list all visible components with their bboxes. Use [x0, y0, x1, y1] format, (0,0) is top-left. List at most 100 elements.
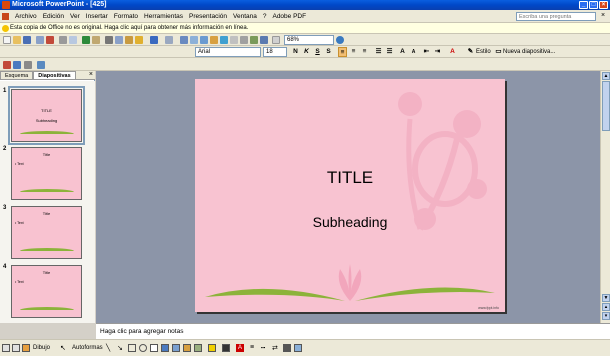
notes-pane[interactable]: Haga clic para agregar notas: [96, 323, 610, 339]
insert-chart-icon[interactable]: [180, 36, 188, 44]
line-style-icon[interactable]: ≡: [250, 344, 258, 352]
font-name-dropdown[interactable]: Arial: [195, 47, 261, 57]
tables-borders-icon[interactable]: [200, 36, 208, 44]
menu-ventana[interactable]: Ventana: [230, 10, 260, 23]
menu-adobe-pdf[interactable]: Adobe PDF: [269, 10, 309, 23]
new-file-icon[interactable]: [3, 36, 11, 44]
save-icon[interactable]: [23, 36, 31, 44]
slide-thumbnail-4[interactable]: Title • Text: [11, 265, 82, 318]
select-objects-icon[interactable]: ↖: [60, 344, 68, 352]
font-color-draw-icon[interactable]: A: [236, 344, 244, 352]
powerpoint-app-icon[interactable]: [2, 1, 10, 9]
align-center-icon[interactable]: ≡: [349, 47, 358, 57]
slide-thumbnail-1[interactable]: TITLE Subheading: [8, 86, 85, 145]
sorter-view-icon[interactable]: [12, 344, 20, 352]
line-color-icon[interactable]: [222, 344, 230, 352]
line-icon[interactable]: ╲: [106, 344, 114, 352]
next-slide-icon[interactable]: ▾: [602, 312, 610, 320]
new-slide-button[interactable]: Nueva diapositiva...: [503, 47, 555, 57]
close-document-icon[interactable]: ×: [599, 12, 607, 20]
permission-icon[interactable]: [36, 36, 44, 44]
show-formatting-icon[interactable]: [240, 36, 248, 44]
rectangle-icon[interactable]: [128, 344, 136, 352]
paste-icon[interactable]: [125, 36, 133, 44]
numbering-icon[interactable]: ☰: [374, 47, 383, 57]
bullets-icon[interactable]: ☰: [385, 47, 394, 57]
decrease-indent-icon[interactable]: ⇤: [422, 47, 431, 57]
slide-show-icon[interactable]: [37, 61, 45, 69]
picture-icon[interactable]: [194, 344, 202, 352]
close-pane-icon[interactable]: ×: [89, 71, 93, 79]
insert-table-icon[interactable]: [190, 36, 198, 44]
slide-editor[interactable]: TITLE Subheading www.fppt.info: [195, 79, 505, 312]
insert-picture-icon[interactable]: [210, 36, 218, 44]
vertical-scrollbar[interactable]: ▲ ▼ ▴ ▾: [600, 71, 610, 323]
print-icon[interactable]: [59, 36, 67, 44]
normal-view-icon[interactable]: [2, 344, 10, 352]
email-icon[interactable]: [46, 36, 54, 44]
close-icon[interactable]: ×: [599, 1, 608, 9]
arrow-style-icon[interactable]: ⇄: [272, 344, 280, 352]
menu-ver[interactable]: Ver: [67, 10, 83, 23]
shadow-style-icon[interactable]: [283, 344, 291, 352]
show-grid-icon[interactable]: [250, 36, 258, 44]
slide-layout-icon[interactable]: [13, 61, 21, 69]
oval-icon[interactable]: [139, 344, 147, 352]
tasks-icon[interactable]: [24, 61, 32, 69]
zoom-dropdown[interactable]: 68%: [284, 35, 334, 45]
align-right-icon[interactable]: ≡: [360, 47, 369, 57]
maximize-icon[interactable]: □: [589, 1, 598, 9]
design-icon[interactable]: ✎: [466, 47, 475, 57]
cut-icon[interactable]: [105, 36, 113, 44]
wordart-icon[interactable]: [161, 344, 169, 352]
menu-formato[interactable]: Formato: [111, 10, 141, 23]
slide-thumbnail-2[interactable]: Title • Text: [11, 147, 82, 200]
menu-herramientas[interactable]: Herramientas: [141, 10, 186, 23]
design-button[interactable]: Estilo: [476, 47, 491, 57]
clipart-icon[interactable]: [183, 344, 191, 352]
slide-title[interactable]: TITLE: [195, 168, 505, 188]
open-folder-icon[interactable]: [13, 36, 21, 44]
autoshapes-button[interactable]: Autoformas: [72, 343, 103, 353]
scrollbar-thumb[interactable]: [602, 81, 610, 131]
insert-hyperlink-icon[interactable]: [220, 36, 228, 44]
genuine-office-infobar[interactable]: Esta copia de Office no es original. Hag…: [0, 23, 610, 34]
align-left-icon[interactable]: ≡: [338, 47, 347, 57]
view-icon[interactable]: [272, 36, 280, 44]
bold-button[interactable]: N: [291, 47, 300, 57]
minimize-icon[interactable]: _: [579, 1, 588, 9]
slide-design-icon[interactable]: [3, 61, 11, 69]
format-painter-icon[interactable]: [135, 36, 143, 44]
document-icon[interactable]: [2, 13, 9, 20]
copy-icon[interactable]: [115, 36, 123, 44]
menu-help[interactable]: ?: [260, 10, 270, 23]
textbox-icon[interactable]: [150, 344, 158, 352]
menu-edicion[interactable]: Edición: [40, 10, 67, 23]
menu-insertar[interactable]: Insertar: [83, 10, 111, 23]
help-search-input[interactable]: Escriba una pregunta: [516, 12, 596, 21]
help-icon[interactable]: [336, 36, 344, 44]
dash-style-icon[interactable]: ┅: [261, 344, 269, 352]
redo-icon[interactable]: [165, 36, 173, 44]
3d-style-icon[interactable]: [294, 344, 302, 352]
increase-font-icon[interactable]: A: [398, 47, 407, 57]
italic-button[interactable]: K: [302, 47, 311, 57]
spelling-icon[interactable]: [82, 36, 90, 44]
research-icon[interactable]: [92, 36, 100, 44]
menu-archivo[interactable]: Archivo: [12, 10, 40, 23]
tab-esquema[interactable]: Esquema: [0, 71, 34, 79]
new-slide-icon[interactable]: ▭: [494, 47, 503, 57]
scroll-up-icon[interactable]: ▲: [602, 72, 610, 80]
decrease-font-icon[interactable]: A: [409, 47, 418, 57]
font-color-icon[interactable]: A: [448, 47, 457, 57]
diagram-icon[interactable]: [172, 344, 180, 352]
fill-color-icon[interactable]: [208, 344, 216, 352]
slideshow-view-icon[interactable]: [22, 344, 30, 352]
font-size-dropdown[interactable]: 18: [263, 47, 287, 57]
slide-subtitle[interactable]: Subheading: [195, 214, 505, 230]
draw-menu-button[interactable]: Dibujo: [33, 343, 50, 353]
underline-button[interactable]: S: [313, 47, 322, 57]
shadow-button[interactable]: S: [324, 47, 333, 57]
slide-thumbnail-3[interactable]: Title • Text: [11, 206, 82, 259]
print-preview-icon[interactable]: [69, 36, 77, 44]
